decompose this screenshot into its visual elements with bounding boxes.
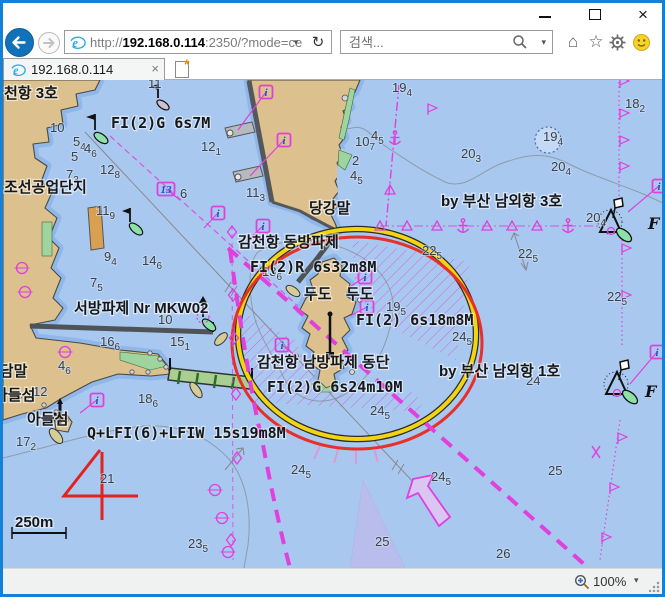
feedback-smiley-button[interactable]: [631, 34, 651, 54]
place-label: 두도: [346, 286, 374, 303]
light-label: FI(2)G 6s7M: [111, 114, 210, 132]
chart-viewport: 250m iiiiiiiiii13 1054465128731191194146…: [3, 80, 662, 568]
tab-title: 192.168.0.114: [31, 62, 113, 77]
search-dropdown[interactable]: ▾: [541, 35, 546, 50]
place-label: F: [647, 214, 661, 233]
depth-sounding: 6: [180, 186, 187, 201]
zoom-dropdown[interactable]: ▾: [634, 575, 639, 586]
nautical-chart[interactable]: 250m iiiiiiiiii13 1054465128731191194146…: [3, 80, 662, 568]
home-button[interactable]: ⌂: [563, 32, 583, 52]
depth-sounding: 26: [496, 546, 510, 561]
svg-text:13: 13: [161, 184, 173, 196]
place-label: by 부산 남외항 1호: [439, 362, 560, 380]
smiley-icon: [633, 34, 650, 51]
depth-sounding: 5: [71, 149, 78, 164]
search-box[interactable]: 검색... ▾: [340, 30, 553, 54]
browser-window: × e http://192.168.0.114:2350/?mode=cen …: [0, 0, 665, 597]
depth-sounding: 10: [50, 120, 64, 135]
minimize-button[interactable]: [531, 5, 559, 25]
depth-sounding: 25: [375, 534, 389, 549]
favorites-star-button[interactable]: ☆: [586, 32, 606, 52]
light-label: FI(2)R 6s32m8M: [250, 258, 376, 276]
search-placeholder: 검색...: [349, 34, 384, 51]
address-dropdown[interactable]: ▾: [289, 35, 303, 50]
settings-gear-button[interactable]: [607, 34, 627, 54]
place-label: by 부산 남외항 3호: [441, 192, 562, 210]
tab-close-button[interactable]: ×: [151, 61, 159, 76]
tab-active[interactable]: e 192.168.0.114 ×: [3, 58, 165, 80]
light-label: FI(2) 6s18m8M: [356, 311, 473, 329]
back-arrow-icon: [6, 29, 33, 56]
light-label: FI(2)G 6s24m10M: [267, 378, 402, 396]
new-tab-button[interactable]: *: [172, 60, 196, 79]
gear-icon: [609, 34, 626, 51]
minimize-icon: [539, 16, 551, 18]
maximize-icon: [589, 9, 601, 20]
forward-arrow-icon: [39, 33, 59, 53]
place-label: 감천항 동방파제: [238, 233, 339, 251]
address-bar[interactable]: e http://192.168.0.114:2350/?mode=cen ▾ …: [64, 30, 332, 54]
url-text: http://192.168.0.114:2350/?mode=cen: [90, 34, 302, 51]
place-label: 아들섬: [27, 411, 68, 428]
zoom-magnifier-icon: [574, 574, 590, 595]
place-label: F: [644, 382, 658, 401]
close-button[interactable]: ×: [629, 5, 657, 25]
depth-sounding: 21: [100, 471, 114, 486]
ie-logo-icon: e: [69, 34, 86, 56]
place-label: 조선공업단지: [4, 179, 87, 196]
place-label: 천항 3호: [4, 84, 58, 102]
light-label: Q+LFI(6)+LFIW 15s19m8M: [87, 424, 286, 442]
search-icon[interactable]: [512, 34, 528, 55]
place-label: 당강말: [309, 199, 351, 217]
place-label: 아들섬: [3, 387, 35, 404]
scale-label: 250m: [15, 514, 53, 531]
back-button[interactable]: [5, 28, 34, 57]
depth-sounding: 25: [548, 463, 562, 478]
refresh-button[interactable]: ↻: [308, 32, 328, 52]
depth-sounding: 11: [148, 80, 162, 91]
resize-grip[interactable]: [649, 581, 660, 592]
forward-button[interactable]: [38, 32, 60, 54]
new-tab-star-icon: *: [184, 56, 189, 72]
tab-bar: e 192.168.0.114 × *: [3, 58, 662, 80]
zoom-level[interactable]: 100%: [593, 574, 626, 589]
place-label: 서방파제 Nr MKW02: [74, 299, 208, 317]
place-label: 가담말: [3, 362, 28, 380]
title-bar[interactable]: ×: [3, 3, 662, 28]
place-label: 두도: [304, 286, 332, 303]
status-bar: 100% ▾: [3, 568, 662, 594]
place-label: 감천항 남방파제 동단: [257, 353, 390, 371]
depth-sounding: 2: [352, 153, 359, 168]
maximize-button[interactable]: [581, 5, 609, 25]
navigation-bar: e http://192.168.0.114:2350/?mode=cen ▾ …: [3, 28, 662, 58]
